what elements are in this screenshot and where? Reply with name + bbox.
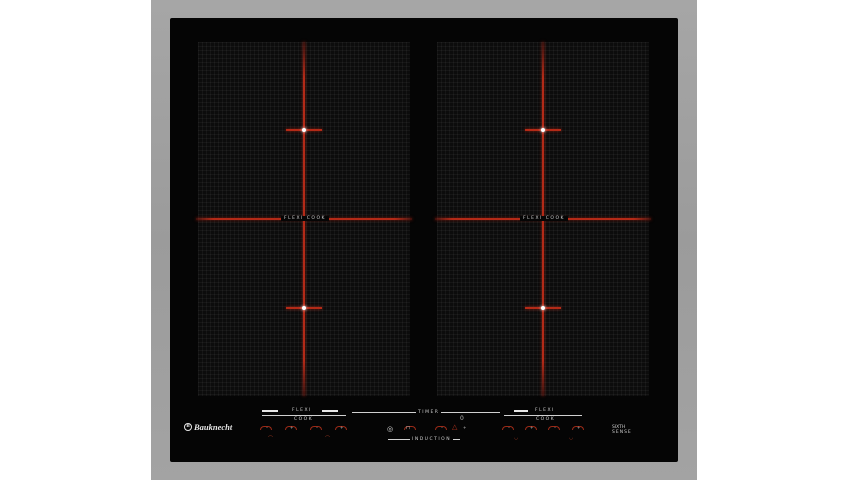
left-zone-key-3[interactable] (308, 426, 322, 434)
minus-icon: – (316, 425, 318, 430)
flexi-right-line (504, 415, 582, 416)
left-zone-key-1[interactable] (258, 426, 272, 434)
minus-icon: – (554, 425, 556, 430)
timer-icon: 0 (460, 415, 464, 422)
plus-icon: + (577, 425, 581, 430)
brand-name: Bauknecht (194, 422, 233, 432)
indicator-right-top (541, 128, 545, 132)
plus-icon: + (463, 425, 467, 430)
pan-icon: ⌒ (325, 436, 331, 442)
power-icon[interactable]: ◎ (387, 426, 393, 433)
lock-icon: ⊓ (406, 425, 410, 431)
right-zone-key-1[interactable] (500, 426, 514, 434)
flexi-right-top-label: FLEXI (535, 408, 555, 413)
right-zone-key-3[interactable] (546, 426, 560, 434)
timer-label: TIMER (416, 410, 442, 415)
sixth-sense-line2: SENSE (612, 430, 632, 435)
minus-icon: – (508, 425, 510, 430)
flexi-cook-label-left: FLEXI COOK (281, 216, 329, 221)
sixth-sense-logo: SIXTH SENSE (612, 425, 632, 435)
minus-icon: – (266, 425, 268, 430)
flexi-right-bottom-label: COOK (536, 417, 556, 422)
plus-icon: + (340, 425, 344, 430)
pan-icon: ◡ (514, 435, 519, 441)
flexi-right-bar (514, 410, 528, 412)
flexi-left-bottom-label: COOK (294, 417, 314, 422)
plus-icon: + (530, 425, 534, 430)
induction-label: INDUCTION (410, 437, 454, 442)
pan-icon: ⌒ (268, 436, 274, 442)
pan-icon: ◡ (569, 435, 574, 441)
plus-icon: + (290, 425, 294, 430)
flexi-left-line (262, 415, 346, 416)
flexi-left-bar (262, 410, 278, 412)
brand-emblem-icon: B (184, 423, 192, 431)
flexi-left-bar-2 (322, 410, 338, 412)
flexi-left-top-label: FLEXI (292, 408, 312, 413)
minus-icon: – (441, 425, 443, 430)
indicator-right-bottom (541, 306, 545, 310)
flexi-cook-label-right: FLEXI COOK (520, 216, 568, 221)
indicator-left-top (302, 128, 306, 132)
warning-icon[interactable]: △ (452, 424, 457, 431)
brand-logo: B Bauknecht (184, 422, 232, 432)
timer-minus-key[interactable] (433, 426, 447, 434)
indicator-left-bottom (302, 306, 306, 310)
